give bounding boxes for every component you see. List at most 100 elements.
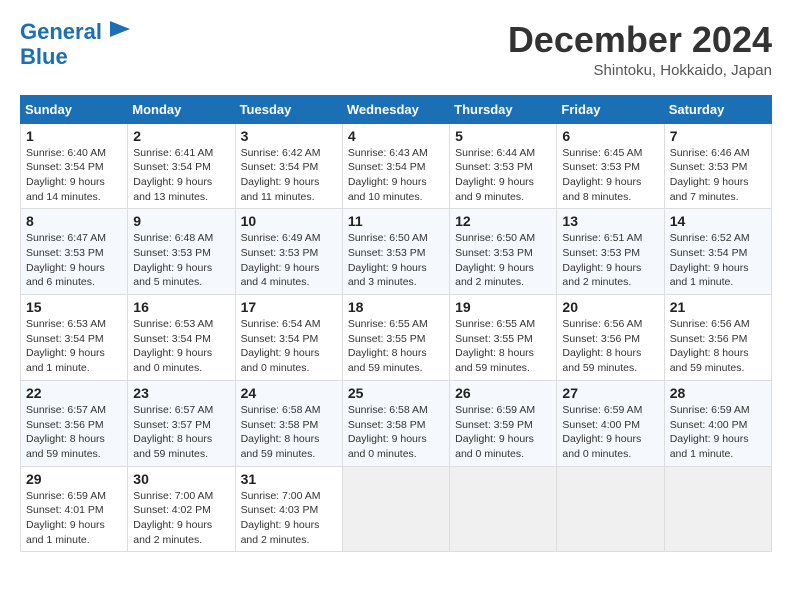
cell-info: Sunrise: 6:44 AMSunset: 3:53 PMDaylight:… <box>455 146 551 205</box>
calendar-cell: 12Sunrise: 6:50 AMSunset: 3:53 PMDayligh… <box>450 209 557 295</box>
cell-info: Sunrise: 6:48 AMSunset: 3:53 PMDaylight:… <box>133 231 229 290</box>
calendar-table: SundayMondayTuesdayWednesdayThursdayFrid… <box>20 95 772 553</box>
cell-info: Sunrise: 6:49 AMSunset: 3:53 PMDaylight:… <box>241 231 337 290</box>
calendar-cell: 16 Sunrise: 6:53 AMSunset: 3:54 PMDayligh… <box>128 295 235 381</box>
calendar-cell: 15 Sunrise: 6:53 AMSunset: 3:54 PMDayligh… <box>21 295 128 381</box>
day-number: 13 <box>562 213 658 229</box>
cell-info: Sunrise: 7:00 AMSunset: 4:02 PMDaylight:… <box>133 489 229 548</box>
day-number: 7 <box>670 128 766 144</box>
cell-info: Sunrise: 6:43 AMSunset: 3:54 PMDaylight:… <box>348 146 444 205</box>
day-number: 21 <box>670 299 766 315</box>
day-number: 30 <box>133 471 229 487</box>
calendar-header-monday: Monday <box>128 95 235 123</box>
cell-info: Sunrise: 6:56 AMSunset: 3:56 PMDaylight:… <box>562 317 658 376</box>
location: Shintoku, Hokkaido, Japan <box>508 62 772 79</box>
day-number: 10 <box>241 213 337 229</box>
day-number: 27 <box>562 385 658 401</box>
cell-info: Sunrise: 7:00 AMSunset: 4:03 PMDaylight:… <box>241 489 337 548</box>
cell-info: Sunrise: 6:51 AMSunset: 3:53 PMDaylight:… <box>562 231 658 290</box>
calendar-week-row: 15 Sunrise: 6:53 AMSunset: 3:54 PMDayligh… <box>21 295 772 381</box>
cell-info: Sunrise: 6:59 AMSunset: 4:00 PMDaylight:… <box>670 403 766 462</box>
calendar-cell <box>664 466 771 552</box>
calendar-cell: 25Sunrise: 6:58 AMSunset: 3:58 PMDayligh… <box>342 380 449 466</box>
calendar-cell: 13 Sunrise: 6:51 AMSunset: 3:53 PMDayligh… <box>557 209 664 295</box>
calendar-cell: 20 Sunrise: 6:56 AMSunset: 3:56 PMDayligh… <box>557 295 664 381</box>
calendar-header-row: SundayMondayTuesdayWednesdayThursdayFrid… <box>21 95 772 123</box>
cell-info: Sunrise: 6:57 AMSunset: 3:56 PMDaylight:… <box>26 403 122 462</box>
cell-info: Sunrise: 6:53 AMSunset: 3:54 PMDaylight:… <box>133 317 229 376</box>
day-number: 14 <box>670 213 766 229</box>
day-number: 31 <box>241 471 337 487</box>
cell-info: Sunrise: 6:52 AMSunset: 3:54 PMDaylight:… <box>670 231 766 290</box>
calendar-cell: 18 Sunrise: 6:55 AMSunset: 3:55 PMDayligh… <box>342 295 449 381</box>
calendar-cell <box>450 466 557 552</box>
calendar-cell: 23 Sunrise: 6:57 AMSunset: 3:57 PMDayligh… <box>128 380 235 466</box>
calendar-cell: 26Sunrise: 6:59 AMSunset: 3:59 PMDayligh… <box>450 380 557 466</box>
day-number: 2 <box>133 128 229 144</box>
cell-info: Sunrise: 6:57 AMSunset: 3:57 PMDaylight:… <box>133 403 229 462</box>
logo-text: General <box>20 20 130 45</box>
calendar-week-row: 8 Sunrise: 6:47 AMSunset: 3:53 PMDaylight… <box>21 209 772 295</box>
calendar-cell: 5 Sunrise: 6:44 AMSunset: 3:53 PMDaylight… <box>450 123 557 209</box>
cell-info: Sunrise: 6:47 AMSunset: 3:53 PMDaylight:… <box>26 231 122 290</box>
day-number: 8 <box>26 213 122 229</box>
day-number: 9 <box>133 213 229 229</box>
day-number: 20 <box>562 299 658 315</box>
calendar-cell: 2 Sunrise: 6:41 AMSunset: 3:54 PMDaylight… <box>128 123 235 209</box>
calendar-header-friday: Friday <box>557 95 664 123</box>
cell-info: Sunrise: 6:59 AMSunset: 4:00 PMDaylight:… <box>562 403 658 462</box>
day-number: 19 <box>455 299 551 315</box>
day-number: 28 <box>670 385 766 401</box>
calendar-header-tuesday: Tuesday <box>235 95 342 123</box>
day-number: 18 <box>348 299 444 315</box>
day-number: 15 <box>26 299 122 315</box>
cell-info: Sunrise: 6:40 AMSunset: 3:54 PMDaylight:… <box>26 146 122 205</box>
page-header: General Blue December 2024 Shintoku, Hok… <box>20 20 772 79</box>
day-number: 29 <box>26 471 122 487</box>
calendar-cell: 29 Sunrise: 6:59 AMSunset: 4:01 PMDayligh… <box>21 466 128 552</box>
day-number: 26 <box>455 385 551 401</box>
day-number: 6 <box>562 128 658 144</box>
calendar-cell: 31 Sunrise: 7:00 AMSunset: 4:03 PMDayligh… <box>235 466 342 552</box>
calendar-week-row: 22 Sunrise: 6:57 AMSunset: 3:56 PMDayligh… <box>21 380 772 466</box>
calendar-cell: 30 Sunrise: 7:00 AMSunset: 4:02 PMDayligh… <box>128 466 235 552</box>
calendar-cell: 27 Sunrise: 6:59 AMSunset: 4:00 PMDayligh… <box>557 380 664 466</box>
cell-info: Sunrise: 6:58 AMSunset: 3:58 PMDaylight:… <box>241 403 337 462</box>
cell-info: Sunrise: 6:55 AMSunset: 3:55 PMDaylight:… <box>348 317 444 376</box>
calendar-cell: 7Sunrise: 6:46 AMSunset: 3:53 PMDaylight… <box>664 123 771 209</box>
title-section: December 2024 Shintoku, Hokkaido, Japan <box>508 20 772 79</box>
day-number: 24 <box>241 385 337 401</box>
calendar-cell: 4Sunrise: 6:43 AMSunset: 3:54 PMDaylight… <box>342 123 449 209</box>
day-number: 12 <box>455 213 551 229</box>
cell-info: Sunrise: 6:45 AMSunset: 3:53 PMDaylight:… <box>562 146 658 205</box>
calendar-cell: 9 Sunrise: 6:48 AMSunset: 3:53 PMDaylight… <box>128 209 235 295</box>
cell-info: Sunrise: 6:58 AMSunset: 3:58 PMDaylight:… <box>348 403 444 462</box>
day-number: 22 <box>26 385 122 401</box>
logo: General Blue <box>20 20 130 69</box>
day-number: 5 <box>455 128 551 144</box>
calendar-cell: 19 Sunrise: 6:55 AMSunset: 3:55 PMDayligh… <box>450 295 557 381</box>
calendar-cell: 11Sunrise: 6:50 AMSunset: 3:53 PMDayligh… <box>342 209 449 295</box>
day-number: 1 <box>26 128 122 144</box>
calendar-cell: 28 Sunrise: 6:59 AMSunset: 4:00 PMDayligh… <box>664 380 771 466</box>
calendar-cell: 24 Sunrise: 6:58 AMSunset: 3:58 PMDayligh… <box>235 380 342 466</box>
cell-info: Sunrise: 6:59 AMSunset: 4:01 PMDaylight:… <box>26 489 122 548</box>
calendar-header-wednesday: Wednesday <box>342 95 449 123</box>
cell-info: Sunrise: 6:41 AMSunset: 3:54 PMDaylight:… <box>133 146 229 205</box>
day-number: 16 <box>133 299 229 315</box>
calendar-cell: 6 Sunrise: 6:45 AMSunset: 3:53 PMDaylight… <box>557 123 664 209</box>
calendar-cell: 3Sunrise: 6:42 AMSunset: 3:54 PMDaylight… <box>235 123 342 209</box>
calendar-cell: 8 Sunrise: 6:47 AMSunset: 3:53 PMDaylight… <box>21 209 128 295</box>
day-number: 17 <box>241 299 337 315</box>
month-title: December 2024 <box>508 20 772 60</box>
cell-info: Sunrise: 6:54 AMSunset: 3:54 PMDaylight:… <box>241 317 337 376</box>
cell-info: Sunrise: 6:53 AMSunset: 3:54 PMDaylight:… <box>26 317 122 376</box>
day-number: 23 <box>133 385 229 401</box>
calendar-header-thursday: Thursday <box>450 95 557 123</box>
logo-text2: Blue <box>20 45 130 69</box>
calendar-week-row: 1 Sunrise: 6:40 AMSunset: 3:54 PMDaylight… <box>21 123 772 209</box>
calendar-cell: 22 Sunrise: 6:57 AMSunset: 3:56 PMDayligh… <box>21 380 128 466</box>
cell-info: Sunrise: 6:55 AMSunset: 3:55 PMDaylight:… <box>455 317 551 376</box>
calendar-week-row: 29 Sunrise: 6:59 AMSunset: 4:01 PMDayligh… <box>21 466 772 552</box>
cell-info: Sunrise: 6:56 AMSunset: 3:56 PMDaylight:… <box>670 317 766 376</box>
